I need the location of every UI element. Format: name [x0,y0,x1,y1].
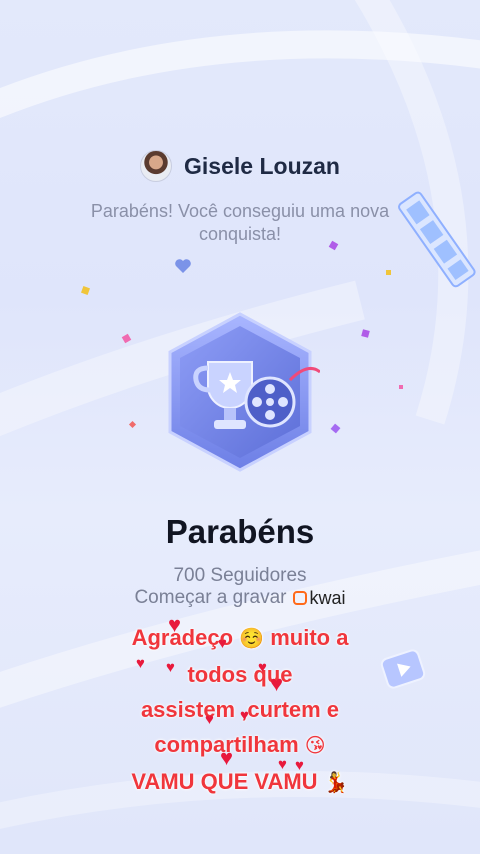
kwai-brand-text: kwai [309,587,346,608]
message-line-5: VAMU QUE VAMU 💃 [0,764,480,801]
kwai-logo-icon [292,591,307,605]
achievement-subtitle: Parabéns! Você conseguiu uma nova conqui… [90,201,390,244]
confetti-piece [399,385,403,389]
confetti-piece [81,286,90,295]
heart-icon: ♥ [166,659,175,676]
achievement-title: Parabéns [165,513,315,550]
confetti-piece [386,270,391,275]
heart-icon: ♥ [220,745,234,770]
message-line-2: todos que [187,662,293,687]
message-line-4: compartilham 😘 [0,727,480,764]
heart-icon: ♥ [295,757,304,774]
username: Gisele Louzan [184,152,340,179]
heart-icon: ♥ [270,671,284,696]
kwai-logo: kwai [292,587,346,609]
start-recording-label: Começar a gravar [134,587,287,608]
trophy-film-reel-badge-icon [160,310,321,475]
confetti-piece [128,420,137,429]
start-recording-link[interactable]: Começar a gravar kwai [0,587,480,609]
achievement-header: Gisele Louzan Parabéns! Você conseguiu u… [0,150,480,246]
heart-icon: ♥ [278,756,287,773]
followers-count: 700 Seguidores [173,565,307,586]
user-row: Gisele Louzan [0,150,480,182]
heart-icon: ♥ [218,635,227,652]
avatar[interactable] [140,150,173,182]
achievement-info: Parabéns 700 Seguidores Começar a gravar… [0,513,480,609]
confetti-piece [330,423,341,434]
heart-icon: ♥ [258,659,267,676]
message-text: muito a [270,625,349,650]
heart-icon: ♥ [136,655,145,672]
smile-emoji: ☺️ [239,628,265,650]
kiss-emoji: 😘 [304,735,326,757]
heart-icon: ♥ [240,707,249,724]
heart-icon: ♥ [168,612,182,637]
small-heart-decoration [175,259,191,273]
dancer-emoji: 💃 [323,772,349,794]
heart-icon: ♥ [205,711,214,728]
confetti-piece [361,329,370,338]
confetti-piece [121,333,132,344]
message-line-1: Agradeço ☺️ muito a [0,620,480,657]
message-text: VAMU QUE VAMU [131,769,318,794]
